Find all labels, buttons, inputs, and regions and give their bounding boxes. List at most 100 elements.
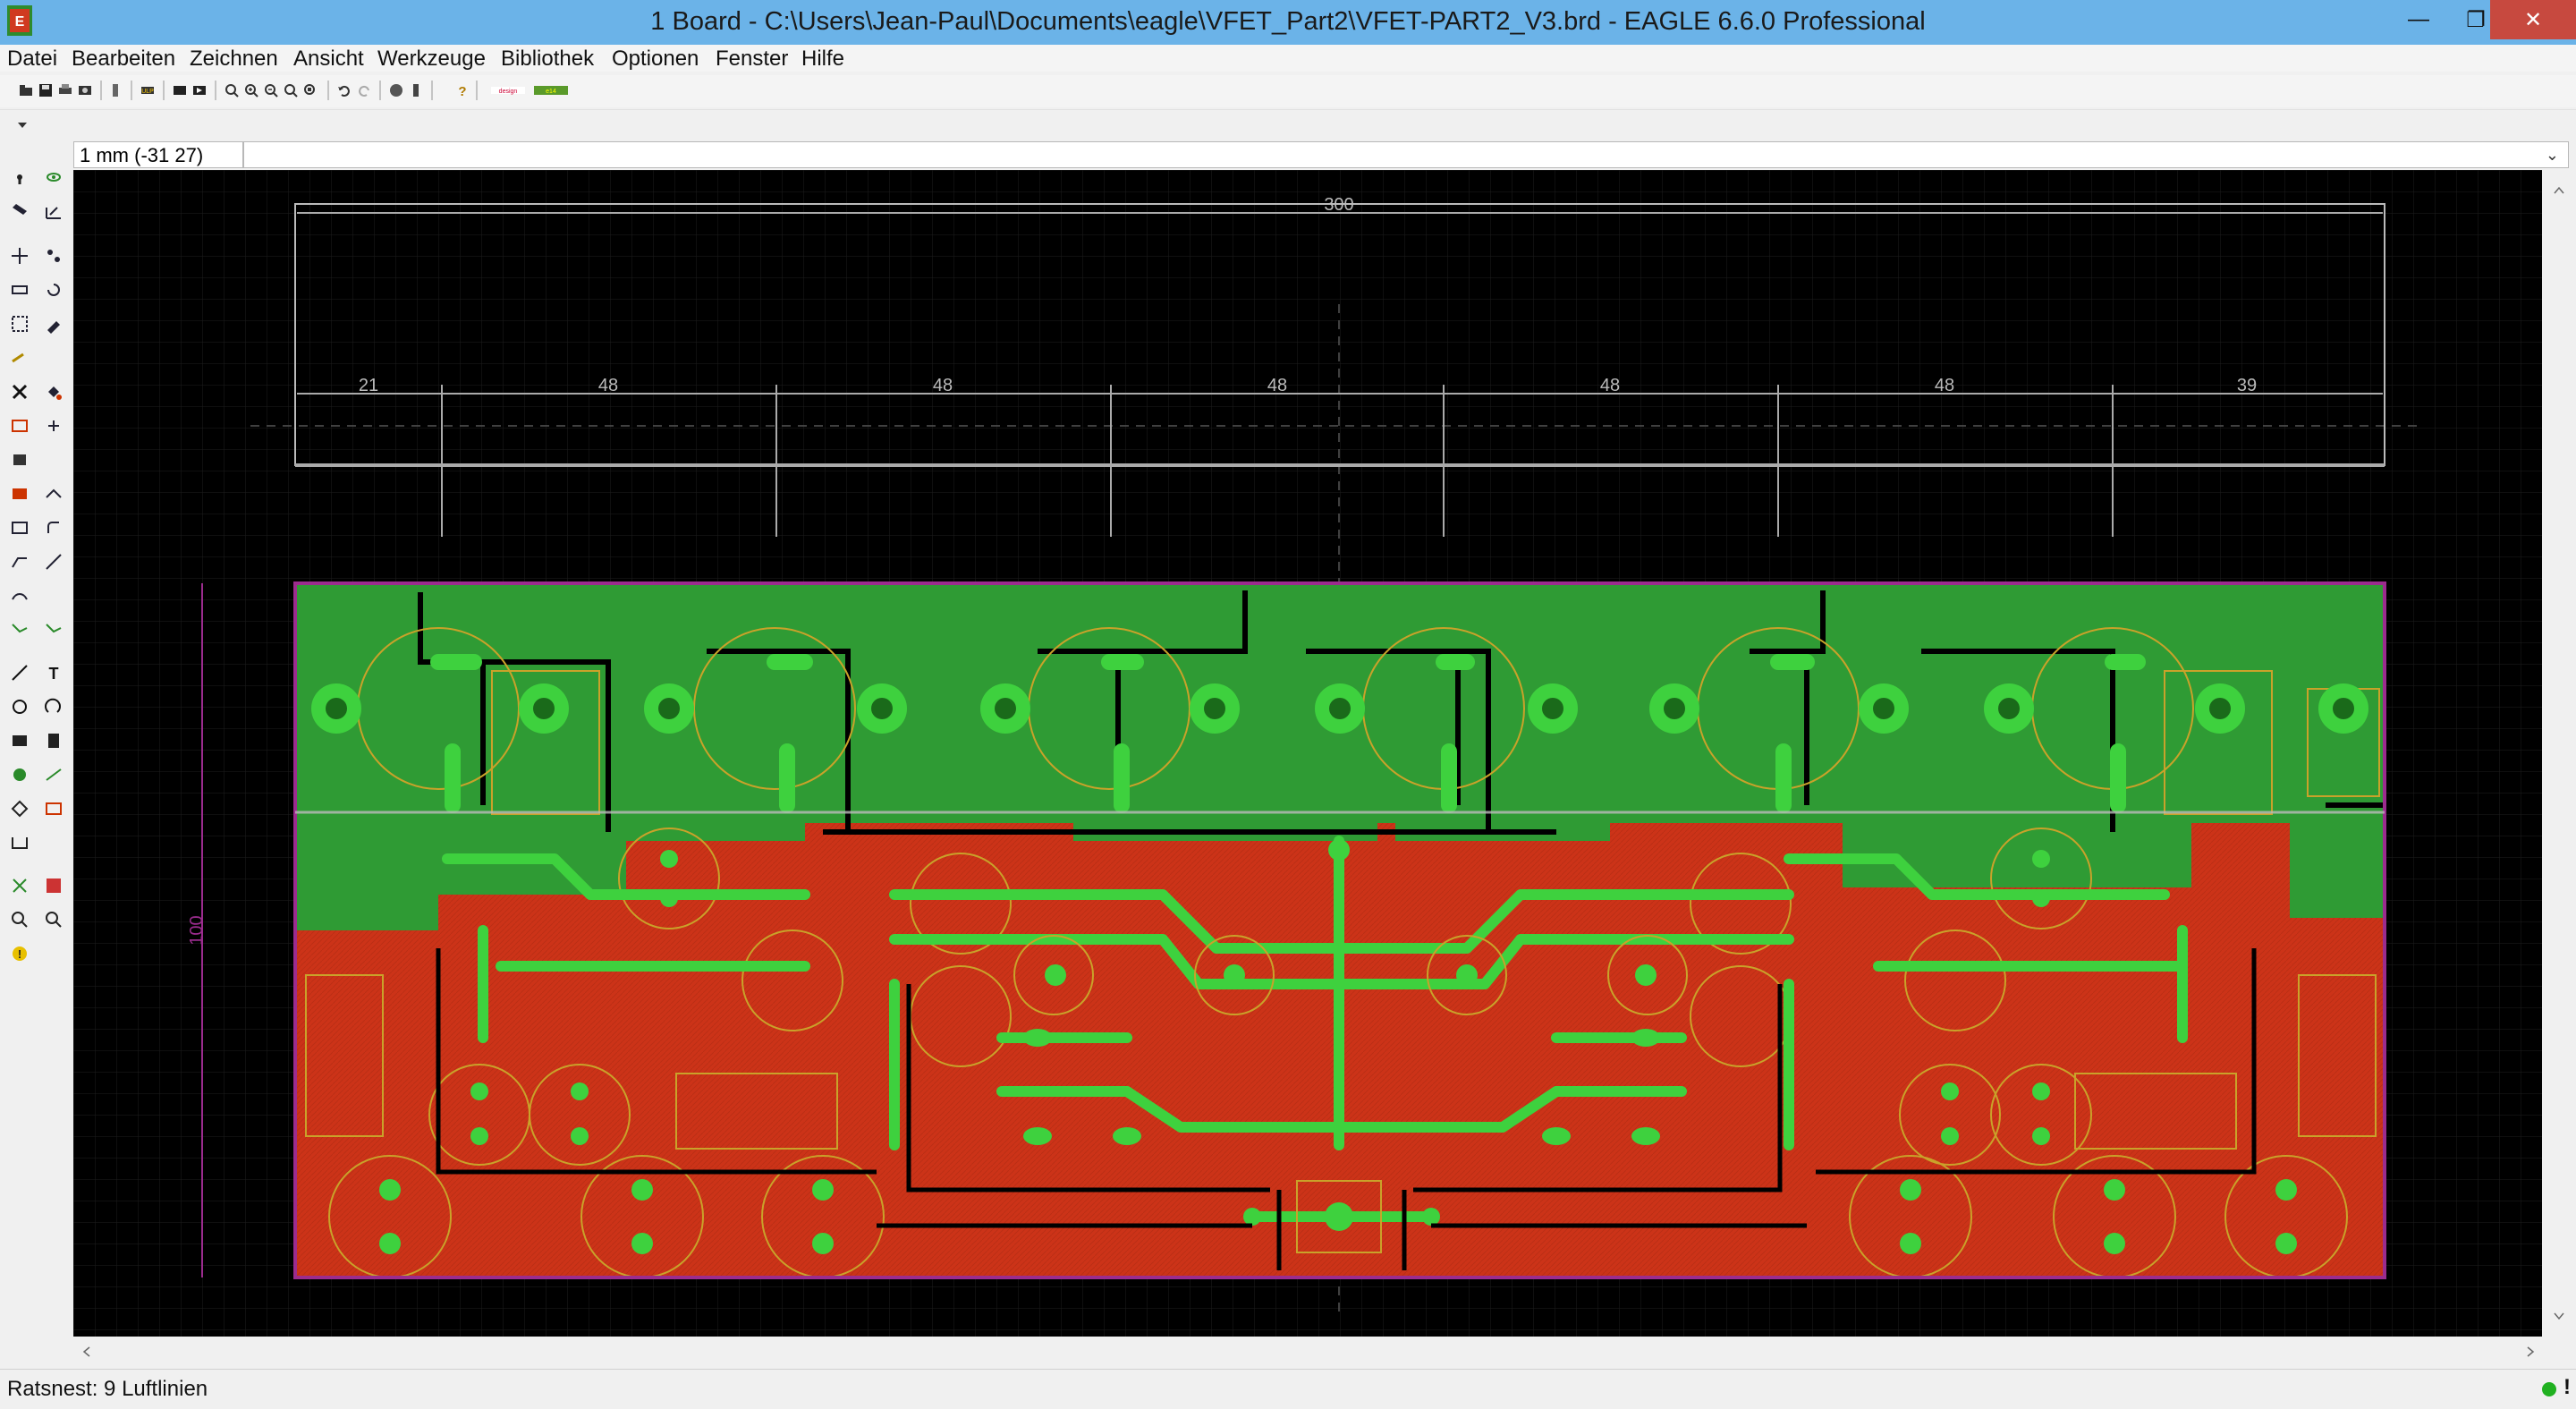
value-icon[interactable]: [9, 483, 30, 505]
dimension-segment-label: 21: [359, 376, 378, 395]
toolbar-separator: [100, 81, 102, 100]
svg-text:ULP: ULP: [141, 89, 154, 95]
warning-icon[interactable]: !: [2563, 1375, 2571, 1400]
switch-schematic-icon[interactable]: [107, 82, 123, 98]
cam-icon[interactable]: [77, 82, 93, 98]
errors-icon[interactable]: !: [9, 943, 30, 964]
dimension-segment-label: 48: [1267, 376, 1287, 395]
menu-fenster[interactable]: Fenster: [716, 47, 788, 72]
circle-icon[interactable]: [9, 696, 30, 717]
via-icon[interactable]: [9, 764, 30, 785]
board-drawing: 300 21 48 48 48 48 48 39 100: [73, 170, 2542, 1337]
menu-hilfe[interactable]: Hilfe: [801, 47, 844, 72]
wire-icon[interactable]: [9, 662, 30, 683]
split-icon[interactable]: [9, 517, 30, 539]
menu-bibliothek[interactable]: Bibliothek: [501, 47, 594, 72]
display-icon[interactable]: [9, 200, 30, 222]
lock-icon[interactable]: [43, 415, 64, 437]
chevron-down-icon[interactable]: [16, 119, 29, 132]
print-icon[interactable]: [57, 82, 73, 98]
info-icon[interactable]: [9, 166, 30, 188]
title-bar: E 1 Board - C:\Users\Jean-Paul\Documents…: [0, 0, 2576, 45]
change-icon[interactable]: [43, 313, 64, 335]
autorouter-icon[interactable]: [43, 619, 64, 641]
menu-zeichnen[interactable]: Zeichnen: [190, 47, 278, 72]
toolbar-separator: [215, 81, 216, 100]
text-icon[interactable]: T: [43, 662, 64, 683]
meander-icon[interactable]: [43, 551, 64, 573]
open-icon[interactable]: [18, 82, 34, 98]
show-icon[interactable]: [43, 166, 64, 188]
menu-bar: Datei Bearbeiten Zeichnen Ansicht Werkze…: [0, 45, 2576, 72]
delete-icon[interactable]: [9, 381, 30, 403]
horizontal-scrollbar[interactable]: [73, 1337, 2576, 1369]
minimize-button[interactable]: —: [2390, 0, 2447, 39]
element14-icon[interactable]: e14: [533, 82, 569, 98]
command-row: 1 mm (-31 27) ⌄: [0, 141, 2576, 170]
scroll-up-icon[interactable]: [2553, 184, 2565, 197]
rect-icon[interactable]: [9, 730, 30, 751]
name-icon[interactable]: [9, 449, 30, 471]
main-toolbar: ULP ? design e14: [0, 75, 2576, 107]
close-icon: ✕: [2523, 7, 2543, 32]
script-icon[interactable]: [172, 82, 188, 98]
group-icon[interactable]: [9, 313, 30, 335]
command-input[interactable]: ⌄: [243, 141, 2569, 168]
zoom-out-icon[interactable]: [263, 82, 279, 98]
add-icon[interactable]: [43, 381, 64, 403]
svg-text:T: T: [49, 665, 59, 683]
dimension-segment-label: 48: [1935, 376, 1954, 395]
drc-icon[interactable]: [43, 909, 64, 930]
attribute-icon[interactable]: [43, 798, 64, 819]
zoom-fit-icon[interactable]: [224, 82, 240, 98]
undo-icon[interactable]: [336, 82, 352, 98]
miter-icon[interactable]: [43, 517, 64, 539]
rotate-icon[interactable]: [43, 279, 64, 301]
zoom-select-icon[interactable]: [302, 82, 318, 98]
hole-icon[interactable]: [9, 798, 30, 819]
polygon-icon[interactable]: [43, 730, 64, 751]
stop-icon[interactable]: [388, 82, 404, 98]
paste-icon[interactable]: [9, 347, 30, 369]
chevron-down-icon[interactable]: ⌄: [2546, 146, 2559, 165]
zoom-in-icon[interactable]: [243, 82, 259, 98]
script-run-icon[interactable]: [191, 82, 208, 98]
vertical-scrollbar[interactable]: [2542, 170, 2576, 1337]
move-icon[interactable]: [9, 245, 30, 267]
erc-icon[interactable]: [9, 909, 30, 930]
board-canvas[interactable]: 300 21 48 48 48 48 48 39 100: [73, 170, 2542, 1337]
help-icon[interactable]: ?: [454, 82, 470, 98]
replace-icon[interactable]: [9, 415, 30, 437]
go-icon[interactable]: [408, 82, 424, 98]
scroll-left-icon[interactable]: [80, 1345, 93, 1358]
smash-icon[interactable]: [43, 483, 64, 505]
menu-bearbeiten[interactable]: Bearbeiten: [72, 47, 175, 72]
zoom-redraw-icon[interactable]: [283, 82, 299, 98]
menu-werkzeuge[interactable]: Werkzeuge: [377, 47, 486, 72]
signal-icon[interactable]: [43, 764, 64, 785]
ratsnest-icon[interactable]: [9, 875, 30, 896]
route-icon[interactable]: [9, 585, 30, 607]
menu-datei[interactable]: Datei: [7, 47, 57, 72]
optimize-icon[interactable]: [9, 551, 30, 573]
menu-ansicht[interactable]: Ansicht: [293, 47, 364, 72]
mirror-icon[interactable]: [9, 279, 30, 301]
ulp-icon[interactable]: ULP: [140, 82, 156, 98]
auto-icon[interactable]: [43, 875, 64, 896]
mark-icon[interactable]: [43, 200, 64, 222]
pcb-board[interactable]: [293, 581, 2386, 1279]
toolbar-separator: [476, 81, 478, 100]
arc-icon[interactable]: [43, 696, 64, 717]
dimension-icon[interactable]: [9, 832, 30, 853]
ripup-icon[interactable]: [9, 619, 30, 641]
close-button[interactable]: ✕: [2490, 0, 2576, 39]
menu-optionen[interactable]: Optionen: [612, 47, 699, 72]
copy-icon[interactable]: [43, 245, 64, 267]
design-link-icon[interactable]: design: [490, 82, 526, 98]
status-light-icon: [2542, 1382, 2556, 1396]
status-text: Ratsnest: 9 Luftlinien: [7, 1377, 208, 1401]
scroll-down-icon[interactable]: [2553, 1310, 2565, 1322]
save-icon[interactable]: [38, 82, 54, 98]
redo-icon[interactable]: [356, 82, 372, 98]
scroll-right-icon[interactable]: [2524, 1345, 2537, 1358]
